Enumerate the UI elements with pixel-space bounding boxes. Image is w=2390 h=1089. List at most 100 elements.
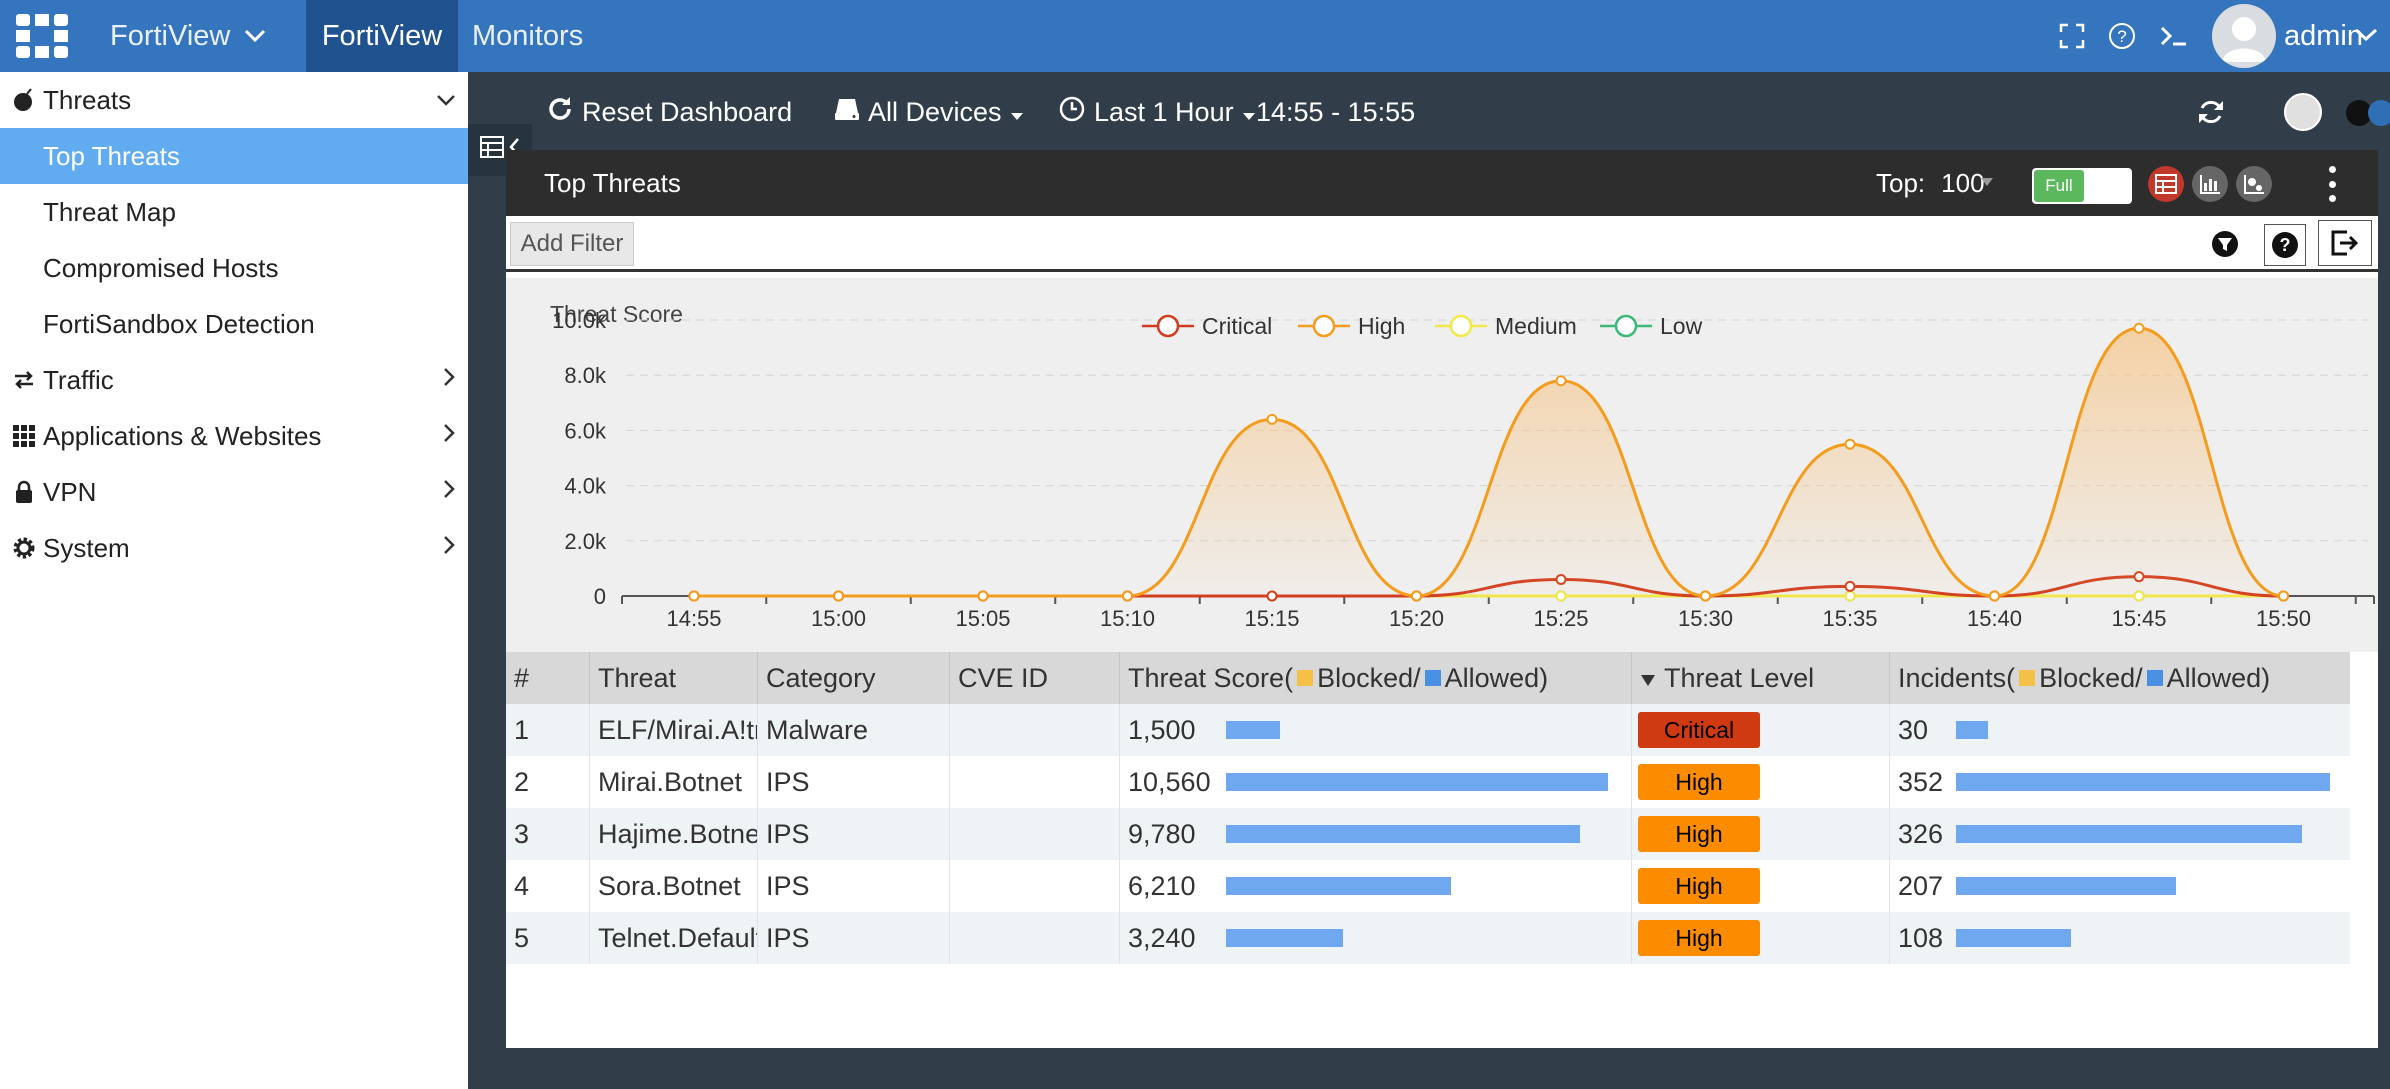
fortinet-logo-icon[interactable] [14, 12, 70, 60]
x-tick-label: 15:15 [1244, 606, 1299, 631]
table-row[interactable]: 4 Sora.Botnet IPS 6,210 High 207 [506, 860, 2350, 912]
row-number-cell: 2 [506, 756, 590, 808]
threat-score-cell: 3,240 [1120, 912, 1632, 964]
sidebar-item-traffic[interactable]: Traffic [0, 352, 468, 408]
filter-icon[interactable] [2210, 229, 2240, 259]
bubble-chart-view-icon[interactable] [2236, 166, 2272, 202]
toggle-on-label: Full [2034, 170, 2084, 202]
x-tick-label: 15:25 [1533, 606, 1588, 631]
cve-id-cell [950, 704, 1120, 756]
blocked-label: Blocked/ [2039, 662, 2143, 693]
sidebar-item-applications-websites[interactable]: Applications & Websites [0, 408, 468, 464]
help-icon[interactable]: ? [2264, 224, 2306, 266]
threat-level-badge: High [1638, 764, 1760, 800]
theme-blue-option[interactable] [2368, 100, 2390, 126]
x-tick-label: 15:00 [811, 606, 866, 631]
table-row[interactable]: 2 Mirai.Botnet IPS 10,560 High 352 [506, 756, 2350, 808]
table-view-icon[interactable] [2148, 166, 2184, 202]
theme-light-option[interactable] [2284, 93, 2322, 131]
incidents-bar [1956, 929, 2071, 947]
top-navigation-bar: FortiView FortiView Monitors ? admin [0, 0, 2390, 72]
filter-bar: Add Filter ? [506, 216, 2378, 272]
threat-level-badge: High [1638, 868, 1760, 904]
column-header-incidents[interactable]: Incidents( Blocked/ Allowed) [1890, 652, 2350, 704]
more-options-icon[interactable] [2322, 166, 2342, 202]
sidebar-item-top-threats[interactable]: Top Threats [0, 128, 468, 184]
chevron-down-icon[interactable] [2354, 22, 2378, 50]
reset-dashboard-button[interactable]: Reset Dashboard [546, 72, 792, 152]
incidents-bar [1956, 721, 1988, 739]
allowed-label: Allowed) [2166, 662, 2271, 693]
sidebar-item-compromised-hosts[interactable]: Compromised Hosts [0, 240, 468, 296]
time-period-label: Last 1 Hour [1094, 96, 1234, 127]
threat-level-badge: High [1638, 920, 1760, 956]
widget-title: Top Threats [544, 167, 681, 198]
legend-marker [1312, 314, 1336, 338]
table-row[interactable]: 1 ELF/Mirai.A!tr Malware 1,500 Critical 30 [506, 704, 2350, 756]
time-period-dropdown[interactable]: Last 1 Hour [1058, 72, 1256, 152]
y-tick-label: 2.0k [564, 529, 607, 554]
incidents-bar [1956, 825, 2302, 843]
threat-level-cell: High [1632, 808, 1890, 860]
x-tick-label: 14:55 [666, 606, 721, 631]
sidebar-item-threat-map[interactable]: Threat Map [0, 184, 468, 240]
sidebar-item-threats[interactable]: Threats [0, 72, 468, 128]
row-number-cell: 4 [506, 860, 590, 912]
device-selector-dropdown[interactable]: All Devices [834, 72, 1024, 152]
row-number-cell: 1 [506, 704, 590, 756]
column-header-category[interactable]: Category [758, 652, 950, 704]
column-header-cve[interactable]: CVE ID [950, 652, 1120, 704]
threat-level-cell: Critical [1632, 704, 1890, 756]
data-point-high [1700, 590, 1711, 602]
threat-score-value: 9,780 [1128, 818, 1196, 849]
reset-dashboard-label: Reset Dashboard [582, 96, 793, 127]
chevron-right-icon [442, 534, 456, 562]
tab-fortiview[interactable]: FortiView [306, 0, 458, 72]
threat-score-cell: 6,210 [1120, 860, 1632, 912]
svg-text:?: ? [2280, 235, 2291, 255]
export-icon[interactable] [2318, 220, 2372, 266]
svg-text:?: ? [2117, 27, 2126, 46]
full-view-toggle[interactable]: Full [2032, 168, 2132, 204]
fortiview-menu-dropdown[interactable]: FortiView [110, 0, 266, 72]
sidebar-item-system[interactable]: System [0, 520, 468, 576]
table-row[interactable]: 5 Telnet.Default IPS 3,240 High 108 [506, 912, 2350, 964]
y-tick-label: 10.0k [552, 308, 607, 333]
x-tick-label: 15:35 [1822, 606, 1877, 631]
threat-level-cell: High [1632, 756, 1890, 808]
sidebar-item-label: Threat Map [43, 196, 176, 227]
auto-refresh-icon[interactable] [2196, 72, 2226, 152]
column-header-threat[interactable]: Threat [590, 652, 758, 704]
bar-chart-view-icon[interactable] [2192, 166, 2228, 202]
data-point-high [1844, 438, 1856, 450]
fullscreen-icon[interactable] [2054, 18, 2090, 54]
series-area-high [694, 328, 2284, 596]
cve-id-cell [950, 756, 1120, 808]
threat-score-value: 1,500 [1128, 714, 1196, 745]
data-point-high [1122, 590, 1133, 602]
help-icon[interactable]: ? [2104, 18, 2140, 54]
chevron-down-icon [436, 86, 456, 114]
column-header-threat-score[interactable]: Threat Score( Blocked/ Allowed) [1120, 652, 1632, 704]
threat-score-bar [1226, 721, 1280, 739]
sidebar-item-vpn[interactable]: VPN [0, 464, 468, 520]
column-header-threat-level[interactable]: Threat Level [1632, 652, 1890, 704]
threat-score-cell: 10,560 [1120, 756, 1632, 808]
cli-console-icon[interactable] [2156, 18, 2192, 54]
incidents-cell: 326 [1890, 808, 2350, 860]
column-header-num[interactable]: # [506, 652, 590, 704]
table-row[interactable]: 3 Hajime.Botnet IPS 9,780 High 326 [506, 808, 2350, 860]
data-point-high [977, 590, 989, 602]
x-tick-label: 15:30 [1678, 606, 1733, 631]
fortiview-menu-label: FortiView [110, 19, 231, 52]
add-filter-button[interactable]: Add Filter [510, 222, 634, 266]
username-label[interactable]: admin [2284, 0, 2363, 72]
threat-score-value: 10,560 [1128, 766, 1211, 797]
caret-down-icon[interactable] [1980, 174, 1994, 192]
sidebar-item-fortisandbox-detection[interactable]: FortiSandbox Detection [0, 296, 468, 352]
top-count-selector[interactable]: Top: 100 [1876, 150, 1985, 216]
data-point-high [2278, 590, 2289, 602]
tab-monitors[interactable]: Monitors [472, 0, 583, 72]
threat-level-badge: High [1638, 816, 1760, 852]
user-avatar[interactable] [2212, 4, 2276, 68]
